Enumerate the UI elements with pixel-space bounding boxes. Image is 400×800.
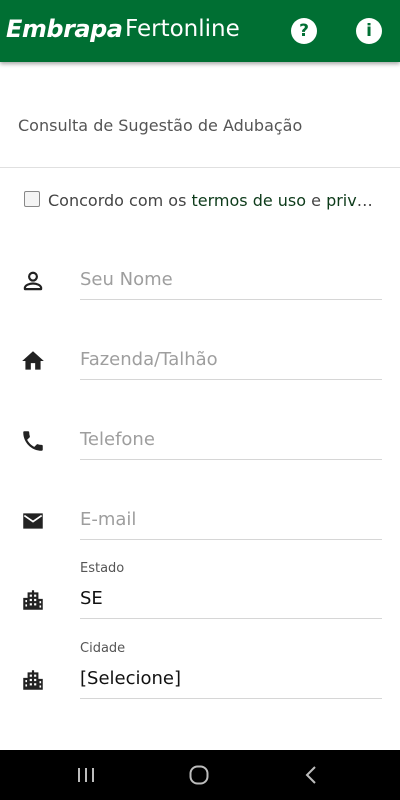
terms-checkbox[interactable] (24, 191, 40, 207)
email-input[interactable]: E-mail (80, 509, 382, 540)
home-icon (22, 351, 44, 370)
phone-field: Telefone (0, 415, 400, 485)
city-field: Cidade [Selecione] (0, 638, 400, 708)
system-nav-bar (0, 750, 400, 800)
recents-button[interactable] (71, 762, 101, 788)
city-icon (23, 670, 43, 690)
name-input[interactable]: Seu Nome (80, 269, 382, 300)
home-nav-button[interactable] (184, 762, 214, 788)
farm-input[interactable]: Fazenda/Talhão (80, 349, 382, 380)
city-icon (23, 590, 43, 610)
name-field: Seu Nome (0, 255, 400, 325)
info-button[interactable]: i (356, 18, 382, 44)
email-field: E-mail (0, 495, 400, 565)
back-icon (305, 766, 316, 784)
state-select[interactable]: SE (80, 588, 382, 619)
farm-field: Fazenda/Talhão (0, 335, 400, 405)
help-button[interactable]: ? (291, 18, 317, 44)
terms-row[interactable]: Concordo com os termos de uso e privacid… (22, 190, 392, 214)
phone-icon (23, 431, 43, 451)
privacy-link[interactable]: privacidade (326, 191, 378, 210)
phone-input[interactable]: Telefone (80, 429, 382, 460)
divider (0, 167, 400, 168)
state-label: Estado (80, 561, 125, 576)
back-button[interactable] (296, 762, 326, 788)
recents-icon (78, 768, 94, 782)
city-select[interactable]: [Selecione] (80, 668, 382, 699)
terms-label: Concordo com os termos de uso e privacid… (48, 191, 378, 210)
app-title: Fertonline (125, 16, 240, 42)
app-bar: Embrapa Fertonline ? i (0, 0, 400, 62)
home-nav-icon (189, 765, 209, 785)
info-icon: i (366, 20, 372, 41)
terms-of-use-link[interactable]: termos de uso (191, 191, 306, 210)
person-icon (23, 271, 43, 291)
state-field: Estado SE (0, 558, 400, 628)
section-title: Consulta de Sugestão de Adubação (18, 116, 303, 135)
email-icon (23, 513, 43, 529)
city-label: Cidade (80, 641, 126, 656)
help-icon: ? (299, 20, 309, 41)
embrapa-logo: Embrapa (6, 15, 123, 43)
